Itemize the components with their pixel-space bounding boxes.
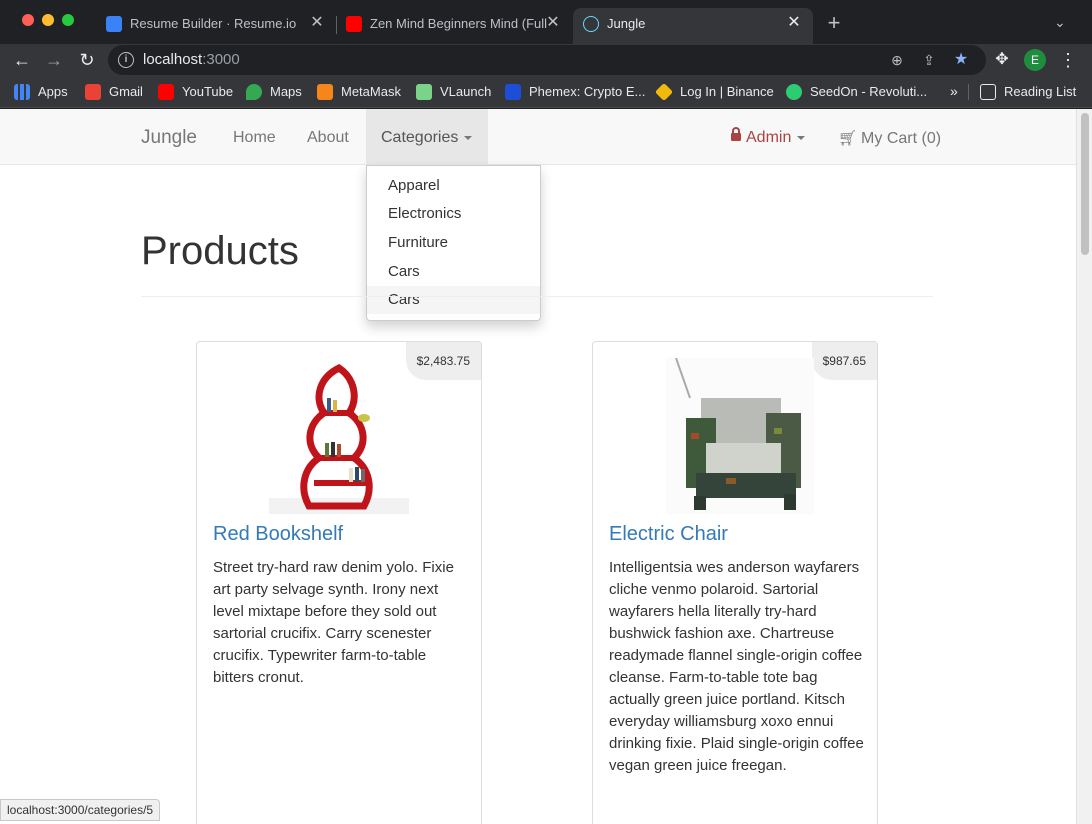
page-scrollbar[interactable] bbox=[1076, 109, 1092, 824]
youtube-favicon-icon bbox=[346, 16, 362, 32]
bookmarks-divider bbox=[968, 84, 969, 100]
window-zoom-button[interactable] bbox=[62, 14, 74, 26]
tab-search-chevron-icon[interactable]: ⌄ bbox=[1054, 14, 1066, 31]
scrollbar-thumb[interactable] bbox=[1081, 113, 1089, 255]
site-navbar: Jungle Home About Categories Admin 🛒︎ My … bbox=[0, 109, 1076, 165]
tab-title: Jungle bbox=[607, 16, 646, 31]
maps-pin-icon bbox=[246, 84, 262, 100]
site-info-icon[interactable]: i bbox=[118, 52, 134, 68]
gmail-icon bbox=[85, 84, 101, 100]
tab-zen-mind[interactable]: Zen Mind Beginners Mind (Full ✕ bbox=[336, 8, 572, 44]
tab-title: Zen Mind Beginners Mind (Full bbox=[370, 16, 548, 31]
address-bar[interactable]: i localhost:3000 ⊕ ⇪ ★ bbox=[108, 45, 986, 75]
category-item-electronics[interactable]: Electronics bbox=[367, 200, 540, 228]
shopping-cart-icon: 🛒︎ bbox=[838, 130, 858, 147]
window-minimize-button[interactable] bbox=[42, 14, 54, 26]
price-badge: $2,483.75 bbox=[405, 342, 481, 380]
youtube-icon bbox=[158, 84, 174, 100]
product-title-link[interactable]: Red Bookshelf bbox=[213, 523, 343, 546]
forward-arrow-icon[interactable]: → bbox=[42, 48, 66, 72]
product-description: Street try-hard raw denim yolo. Fixie ar… bbox=[213, 559, 454, 686]
category-item-cars[interactable]: Cars bbox=[367, 258, 540, 286]
reading-list-icon bbox=[980, 84, 996, 100]
nav-home-link[interactable]: Home bbox=[233, 129, 276, 147]
window-close-button[interactable] bbox=[22, 14, 34, 26]
tab-close-icon[interactable]: ✕ bbox=[544, 14, 562, 32]
browser-menu-icon[interactable]: ⋮ bbox=[1056, 48, 1080, 72]
category-item-apparel[interactable]: Apparel bbox=[367, 172, 540, 200]
metamask-fox-icon bbox=[317, 84, 333, 100]
nav-admin-toggle[interactable]: Admin bbox=[731, 127, 806, 147]
tab-resume-builder[interactable]: Resume Builder · Resume.io ✕ bbox=[96, 8, 336, 44]
lock-icon bbox=[731, 127, 741, 141]
new-tab-button[interactable]: + bbox=[820, 12, 848, 36]
resume-io-favicon-icon bbox=[106, 16, 122, 32]
bookmark-star-icon[interactable]: ★ bbox=[952, 51, 970, 69]
nav-categories-label: Categories bbox=[381, 129, 473, 147]
profile-avatar[interactable]: E bbox=[1024, 49, 1046, 71]
binance-icon bbox=[654, 82, 674, 102]
product-title-link[interactable]: Electric Chair bbox=[609, 523, 728, 546]
nav-about-link[interactable]: About bbox=[307, 129, 349, 147]
extensions-puzzle-icon[interactable]: ✥ bbox=[990, 48, 1014, 72]
browser-toolbar: ← → ↻ i localhost:3000 ⊕ ⇪ ★ ✥ E ⋮ bbox=[0, 44, 1092, 76]
product-card-electric-chair: $987.65 Electric Chair Intelligentsia we… bbox=[592, 341, 878, 824]
reload-icon[interactable]: ↻ bbox=[75, 48, 99, 72]
category-item-cars-hovered[interactable]: Cars bbox=[367, 286, 540, 314]
react-favicon-icon bbox=[583, 16, 599, 32]
apps-grid-icon bbox=[14, 84, 30, 100]
heading-divider bbox=[141, 296, 933, 297]
tab-close-icon[interactable]: ✕ bbox=[785, 14, 803, 32]
back-arrow-icon[interactable]: ← bbox=[10, 48, 34, 72]
product-card-red-bookshelf: $2,483.75 Red Bookshelf Street try-hard … bbox=[196, 341, 482, 824]
address-url: localhost:3000 bbox=[143, 51, 240, 68]
share-icon[interactable]: ⇪ bbox=[920, 51, 938, 69]
seedon-power-icon bbox=[786, 84, 802, 100]
tab-close-icon[interactable]: ✕ bbox=[308, 14, 326, 32]
tab-title: Resume Builder · Resume.io bbox=[130, 16, 297, 31]
caret-down-icon bbox=[797, 135, 806, 140]
red-bookshelf-image[interactable] bbox=[269, 358, 409, 514]
bookmarks-overflow-chevron[interactable]: » bbox=[950, 83, 958, 101]
bookmarks-bar: Apps Gmail YouTube Maps MetaMask VLaunch… bbox=[0, 76, 1092, 108]
price-badge: $987.65 bbox=[811, 342, 877, 380]
zoom-icon[interactable]: ⊕ bbox=[888, 51, 906, 69]
tab-jungle[interactable]: Jungle ✕ bbox=[573, 8, 813, 44]
brand-link[interactable]: Jungle bbox=[141, 127, 197, 149]
nav-categories-toggle[interactable]: Categories bbox=[366, 109, 488, 165]
tab-strip: Resume Builder · Resume.io ✕ Zen Mind Be… bbox=[0, 0, 1092, 44]
page-title: Products bbox=[141, 229, 299, 273]
vlaunch-icon bbox=[416, 84, 432, 100]
categories-dropdown-menu: Apparel Electronics Furniture Cars Cars bbox=[366, 165, 541, 321]
nav-cart-link[interactable]: 🛒︎ My Cart (0) bbox=[838, 129, 941, 148]
electric-chair-image[interactable] bbox=[666, 358, 814, 514]
phemex-icon bbox=[505, 84, 521, 100]
product-description: Intelligentsia wes anderson wayfarers cl… bbox=[609, 559, 864, 774]
page-viewport: Jungle Home About Categories Admin 🛒︎ My … bbox=[0, 109, 1076, 824]
category-item-furniture[interactable]: Furniture bbox=[367, 229, 540, 257]
caret-down-icon bbox=[464, 135, 473, 140]
link-status-bar: localhost:3000/categories/5 bbox=[0, 799, 161, 821]
